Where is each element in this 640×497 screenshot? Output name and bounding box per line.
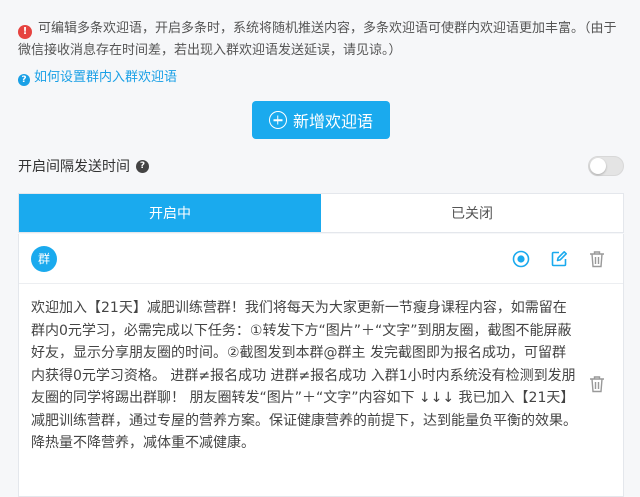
delete-icon[interactable] — [587, 249, 607, 269]
question-icon: ? — [18, 74, 30, 86]
plus-circle-icon — [268, 111, 287, 129]
interval-setting-row: 开启间隔发送时间 ? — [18, 152, 624, 180]
tab-disabled[interactable]: 已关闭 — [321, 194, 623, 232]
card-actions — [511, 249, 607, 269]
welcome-message-card: 群 欢迎加入【21天】减肥训练营群！我们将每天为大家更新一节瘦身课程内容，如需留… — [18, 234, 624, 497]
welcome-message-text: 欢迎加入【21天】减肥训练营群！我们将每天为大家更新一节瘦身课程内容，如需留在群… — [31, 300, 577, 451]
help-link-label: 如何设置群内入群欢迎语 — [34, 70, 178, 85]
interval-label: 开启间隔发送时间 — [18, 159, 130, 175]
help-link[interactable]: ? 如何设置群内入群欢迎语 — [18, 68, 177, 88]
interval-toggle[interactable] — [588, 156, 624, 176]
card-header: 群 — [19, 234, 623, 284]
status-tabs: 开启中 已关闭 — [18, 193, 624, 233]
alert-icon: ! — [18, 25, 32, 39]
add-button-label: 新增欢迎语 — [292, 112, 373, 131]
toggle-knob — [590, 158, 606, 174]
add-welcome-message-button[interactable]: 新增欢迎语 — [252, 101, 390, 139]
tab-enabled[interactable]: 开启中 — [19, 194, 321, 232]
radio-selected-icon[interactable] — [511, 249, 531, 269]
question-icon[interactable]: ? — [136, 159, 149, 173]
welcome-message-settings: ! 可编辑多条欢迎语，开启多条时，系统将随机推送内容，多条欢迎语可使群内欢迎语更加… — [0, 0, 640, 497]
edit-icon[interactable] — [549, 249, 569, 269]
notice: ! 可编辑多条欢迎语，开启多条时，系统将随机推送内容，多条欢迎语可使群内欢迎语更加… — [18, 18, 628, 62]
notice-text: 可编辑多条欢迎语，开启多条时，系统将随机推送内容，多条欢迎语可使群内欢迎语更加丰… — [18, 21, 617, 58]
group-badge: 群 — [31, 246, 57, 272]
delete-icon[interactable] — [587, 374, 607, 394]
